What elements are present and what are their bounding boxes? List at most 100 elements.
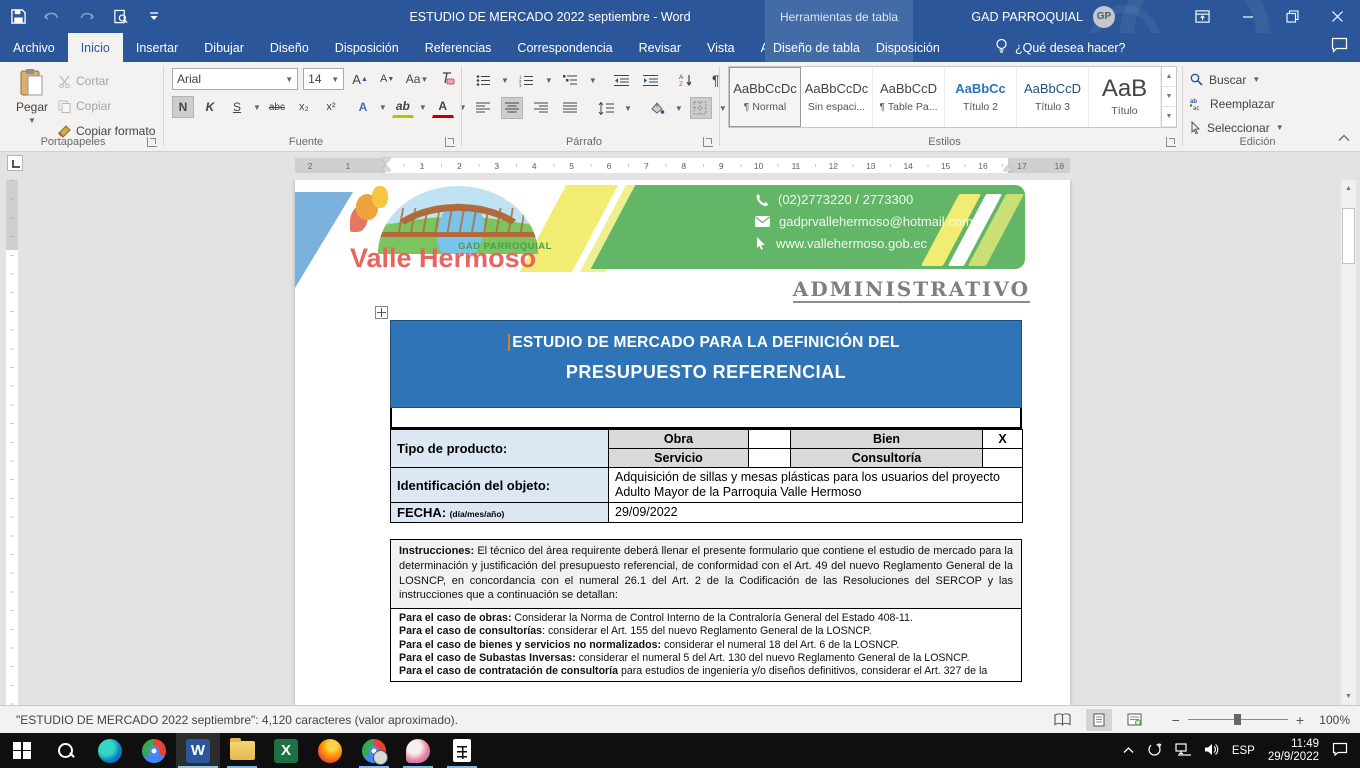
shading-button[interactable] [646, 97, 668, 119]
read-mode-button[interactable] [1050, 709, 1076, 731]
form-title-box[interactable]: ESTUDIO DE MERCADO PARA LA DEFINICIÓN DE… [390, 320, 1022, 408]
tab-disposicion[interactable]: Disposición [322, 33, 412, 62]
customize-qat-icon[interactable] [144, 6, 164, 28]
zoom-in-icon[interactable]: + [1296, 712, 1304, 728]
align-left-button[interactable] [472, 97, 494, 119]
strikethrough-button[interactable]: abc [266, 96, 288, 118]
tab-archivo[interactable]: Archivo [0, 33, 68, 62]
styles-dialog-launcher-icon[interactable] [1166, 137, 1176, 147]
taskbar-clock[interactable]: 11:49 29/9/2022 [1268, 738, 1319, 763]
bullets-button[interactable] [472, 69, 494, 91]
consultoria-checkbox-cell[interactable] [983, 449, 1023, 468]
option-obra[interactable]: Obra [609, 430, 749, 449]
style-titulo-3[interactable]: AaBbCcD Título 3 [1017, 67, 1089, 127]
date-value[interactable]: 29/09/2022 [609, 503, 1023, 523]
action-center-icon[interactable] [1332, 742, 1348, 759]
clipboard-dialog-launcher-icon[interactable] [147, 137, 157, 147]
redo-icon[interactable] [76, 6, 96, 28]
word-count-status[interactable]: "ESTUDIO DE MERCADO 2022 septiembre": 4,… [16, 713, 458, 727]
borders-button[interactable] [690, 97, 712, 119]
feedback-icon[interactable] [1331, 37, 1348, 56]
first-line-indent-marker[interactable] [381, 158, 391, 164]
justify-button[interactable] [559, 97, 581, 119]
vertical-ruler[interactable] [6, 180, 18, 705]
italic-button[interactable]: K [199, 96, 221, 118]
account-area[interactable]: GAD PARROQUIAL GP [971, 0, 1115, 33]
empty-table-row[interactable] [390, 408, 1022, 429]
right-indent-marker[interactable] [1003, 165, 1013, 171]
taskbar-search-button[interactable] [44, 733, 88, 768]
option-servicio[interactable]: Servicio [609, 449, 749, 468]
vertical-scrollbar[interactable]: ▲ ▼ [1341, 180, 1356, 705]
tab-inicio[interactable]: Inicio [68, 33, 123, 62]
style-titulo-2[interactable]: AaBbCc Título 2 [945, 67, 1017, 127]
taskbar-chrome[interactable] [132, 733, 176, 768]
tab-revisar[interactable]: Revisar [626, 33, 694, 62]
undo-icon[interactable] [42, 6, 62, 28]
start-button[interactable] [0, 733, 44, 768]
scroll-up-icon[interactable]: ▲ [1341, 180, 1356, 197]
taskbar-word[interactable]: W [176, 733, 220, 768]
scrollbar-thumb[interactable] [1342, 208, 1355, 264]
underline-button[interactable]: S [226, 96, 248, 118]
restore-button[interactable] [1270, 0, 1315, 33]
increase-indent-button[interactable] [640, 69, 662, 91]
web-layout-button[interactable] [1122, 709, 1148, 731]
language-indicator[interactable]: ESP [1232, 745, 1255, 757]
zoom-level[interactable]: 100% [1314, 713, 1350, 727]
tab-dibujar[interactable]: Dibujar [191, 33, 257, 62]
text-effects-dropdown-icon[interactable]: ▼ [379, 103, 387, 112]
styles-gallery-scrollbar[interactable]: ▲ ▼ ▼ [1161, 67, 1176, 127]
taskbar-chrome-profile[interactable] [352, 733, 396, 768]
font-family-combo[interactable]: Arial▼ [172, 68, 298, 90]
cut-button[interactable]: Cortar [58, 70, 155, 92]
instructions-box[interactable]: Instrucciones: El técnico del área requi… [390, 539, 1022, 609]
line-spacing-button[interactable] [595, 97, 617, 119]
table-move-handle[interactable] [375, 306, 388, 319]
option-consultoria[interactable]: Consultoría [791, 449, 983, 468]
onedrive-sync-icon[interactable] [1147, 742, 1162, 760]
style-titulo[interactable]: AaB Título [1089, 67, 1161, 127]
shading-dropdown-icon[interactable]: ▼ [675, 104, 683, 113]
taskbar-paint[interactable] [396, 733, 440, 768]
underline-dropdown-icon[interactable]: ▼ [253, 103, 261, 112]
hanging-indent-marker[interactable] [381, 165, 391, 171]
cases-box[interactable]: Para el caso de obras: Considerar la Nor… [390, 609, 1022, 682]
ribbon-display-options-icon[interactable] [1180, 0, 1225, 33]
change-case-button[interactable]: Aa▼ [403, 68, 431, 90]
highlight-button[interactable]: ab [392, 96, 414, 118]
obra-checkbox-cell[interactable] [749, 430, 791, 449]
taskbar-file-explorer[interactable] [220, 733, 264, 768]
numbering-dropdown-icon[interactable]: ▼ [545, 76, 553, 85]
style-table-paragraph[interactable]: AaBbCcD ¶ Table Pa... [873, 67, 945, 127]
servicio-checkbox-cell[interactable] [749, 449, 791, 468]
highlight-dropdown-icon[interactable]: ▼ [419, 103, 427, 112]
print-preview-icon[interactable] [110, 6, 130, 28]
bold-button[interactable]: N [172, 96, 194, 118]
scroll-down-icon[interactable]: ▼ [1341, 688, 1356, 705]
tab-disposicion-tabla[interactable]: Disposición [868, 33, 948, 62]
multilevel-dropdown-icon[interactable]: ▼ [589, 76, 597, 85]
taskbar-calculator[interactable] [440, 733, 484, 768]
superscript-button[interactable]: x² [320, 96, 342, 118]
tab-insertar[interactable]: Insertar [123, 33, 191, 62]
taskbar-excel[interactable]: X [264, 733, 308, 768]
tab-correspondencia[interactable]: Correspondencia [504, 33, 625, 62]
collapse-ribbon-icon[interactable] [1338, 134, 1350, 145]
select-button[interactable]: Seleccionar▼ [1190, 117, 1325, 138]
tab-vista[interactable]: Vista [694, 33, 748, 62]
tab-selector[interactable] [7, 155, 23, 171]
sort-button[interactable]: AZ [676, 69, 698, 91]
style-normal[interactable]: AaBbCcDc ¶ Normal [729, 67, 801, 127]
tab-diseno[interactable]: Diseño [257, 33, 322, 62]
paste-button[interactable]: Pegar ▼ [6, 62, 58, 142]
close-button[interactable] [1315, 0, 1360, 33]
paragraph-dialog-launcher-icon[interactable] [703, 137, 713, 147]
bullets-dropdown-icon[interactable]: ▼ [501, 76, 509, 85]
find-button[interactable]: Buscar▼ [1190, 69, 1325, 90]
tell-me-box[interactable]: ¿Qué desea hacer? [995, 33, 1126, 62]
align-right-button[interactable] [530, 97, 552, 119]
replace-button[interactable]: abac Reemplazar [1190, 93, 1325, 114]
avatar[interactable]: GP [1093, 6, 1115, 28]
tab-diseno-de-tabla[interactable]: Diseño de tabla [765, 33, 868, 62]
